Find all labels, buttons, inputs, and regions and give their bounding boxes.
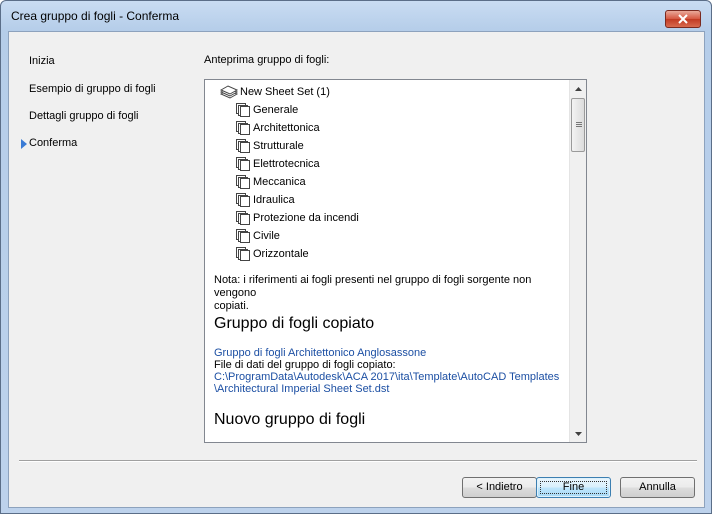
tree-subset-label: Protezione da incendi <box>253 212 359 224</box>
scroll-down-button[interactable] <box>570 425 586 442</box>
current-step-arrow-icon <box>21 139 27 149</box>
subset-icon <box>236 157 250 171</box>
subset-icon <box>236 247 250 261</box>
tree-subset-label: Architettonica <box>253 122 320 134</box>
tree-subset-label: Meccanica <box>253 176 306 188</box>
cancel-button[interactable]: Annulla <box>620 477 695 498</box>
sheet-set-icon <box>220 85 238 99</box>
finish-button[interactable]: Fine <box>536 477 611 498</box>
note-line: Nota: i riferimenti ai fogli presenti ne… <box>214 274 532 299</box>
tree-subset-label: Strutturale <box>253 140 304 152</box>
note-text: Nota: i riferimenti ai fogli presenti ne… <box>214 274 564 313</box>
data-file-label: File di dati del gruppo di fogli copiato… <box>214 359 396 371</box>
subset-icon <box>236 139 250 153</box>
window-title: Crea gruppo di fogli - Conferma <box>11 9 180 23</box>
back-button-label: < Indietro <box>476 481 523 493</box>
cancel-button-label: Annulla <box>639 481 676 493</box>
dialog-client-area: Inizia Esempio di gruppo di fogli Dettag… <box>8 31 705 508</box>
subset-icon <box>236 193 250 207</box>
note-line: copiati. <box>214 300 249 312</box>
vertical-scrollbar[interactable] <box>569 80 586 442</box>
preview-content: New Sheet Set (1) Generale Architettonic… <box>205 80 569 442</box>
tree-subset-label: Civile <box>253 230 280 242</box>
copied-set-heading: Gruppo di fogli copiato <box>214 315 375 332</box>
data-file-path-continued[interactable]: \Architectural Imperial Sheet Set.dst <box>214 383 389 395</box>
scroll-down-arrow-icon <box>574 431 582 436</box>
nav-step-esempio[interactable]: Esempio di gruppo di fogli <box>29 81 156 97</box>
tree-subset-label: Elettrotecnica <box>253 158 320 170</box>
subset-icon <box>236 103 250 117</box>
subset-icon <box>236 175 250 189</box>
data-file-path[interactable]: C:\ProgramData\Autodesk\ACA 2017\ita\Tem… <box>214 371 559 383</box>
preview-label: Anteprima gruppo di fogli: <box>204 54 330 66</box>
scroll-up-arrow-icon <box>574 86 582 91</box>
subset-icon <box>236 121 250 135</box>
wizard-step-list: Inizia Esempio di gruppo di fogli Dettag… <box>9 32 199 452</box>
scrollbar-thumb[interactable] <box>571 98 585 152</box>
tree-subset-label: Generale <box>253 104 299 116</box>
nav-step-inizia[interactable]: Inizia <box>29 53 55 69</box>
tree-root-label: New Sheet Set (1) <box>240 86 330 98</box>
title-bar[interactable]: Crea gruppo di fogli - Conferma <box>1 1 711 31</box>
finish-button-label: Fine <box>562 481 585 493</box>
dialog-window: Crea gruppo di fogli - Conferma Inizia E… <box>0 0 712 514</box>
copied-set-link[interactable]: Gruppo di fogli Architettonico Anglosass… <box>214 347 426 359</box>
tree-subset-label: Idraulica <box>253 194 295 206</box>
subset-icon <box>236 211 250 225</box>
close-button[interactable] <box>665 10 701 28</box>
subset-icon <box>236 229 250 243</box>
preview-panel[interactable]: New Sheet Set (1) Generale Architettonic… <box>204 79 587 443</box>
nav-step-dettagli[interactable]: Dettagli gruppo di fogli <box>29 108 138 124</box>
back-button[interactable]: < Indietro <box>462 477 537 498</box>
scroll-up-button[interactable] <box>570 80 586 97</box>
new-set-heading: Nuovo gruppo di fogli <box>214 411 366 428</box>
button-separator <box>19 460 697 462</box>
nav-step-conferma[interactable]: Conferma <box>29 135 77 151</box>
tree-subset-label: Orizzontale <box>253 248 309 260</box>
close-icon <box>678 14 688 24</box>
